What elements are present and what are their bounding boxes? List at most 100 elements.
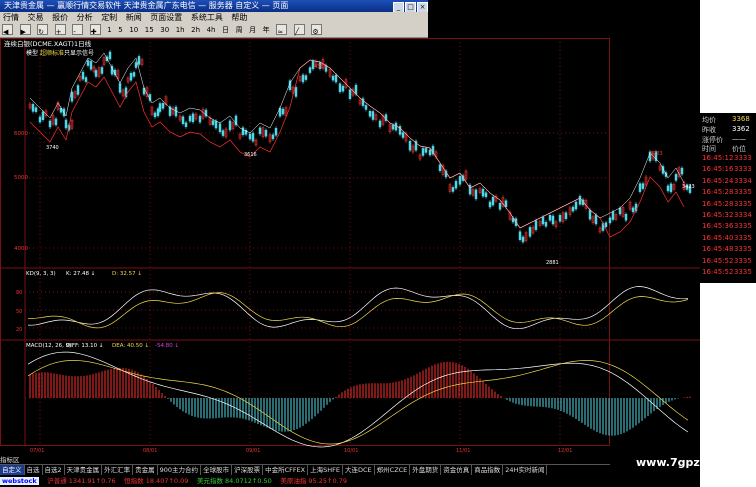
price-chart[interactable]: 连续白银(DCME.XAGT)1日线 模型 超顺标准 只显示信号 6000 50… (0, 38, 700, 455)
candle-body (481, 188, 485, 197)
period-5[interactable]: 5 (118, 23, 122, 37)
tab-forex[interactable]: 外汇汇率 (102, 465, 134, 475)
tab-24h-news[interactable]: 24H实时新闻 (503, 465, 548, 475)
tick-time: 16:45:24 (702, 176, 734, 185)
candle-body (100, 67, 104, 74)
menu-quotes[interactable]: 行情 (3, 13, 19, 22)
tab-shanghai-shenzhen[interactable]: 沪深股票 (232, 465, 264, 475)
period-month[interactable]: 月 (249, 23, 256, 37)
tab-dce[interactable]: 大连DCE (343, 465, 375, 475)
tick-price: 3335 (734, 268, 752, 276)
menu-help[interactable]: 帮助 (231, 13, 247, 22)
candle-body (401, 132, 405, 138)
macd-value-label: -54.80 ↓ (155, 342, 179, 349)
candle-body (666, 185, 670, 192)
candle-body (624, 213, 628, 221)
candle-body (458, 176, 462, 185)
menu-news[interactable]: 新闻 (126, 13, 142, 22)
menu-system-tools[interactable]: 系统工具 (191, 13, 223, 22)
kd-tick-80: 80 (16, 290, 22, 296)
candle-body (156, 108, 160, 117)
candle-body (31, 104, 35, 112)
tab-main-contracts[interactable]: 900主力合约 (158, 465, 202, 475)
menu-analysis[interactable]: 分析 (77, 13, 93, 22)
refresh-icon[interactable]: ↻ (37, 24, 49, 36)
menu-trade[interactable]: 交易 (28, 13, 44, 22)
prev-close-row: 昨收 3362 (702, 125, 750, 134)
maximize-button[interactable]: □ (405, 2, 416, 12)
tick-price: 3335 (734, 245, 752, 254)
tick-row: 16:45:12 3333 (702, 154, 752, 162)
menu-price[interactable]: 报价 (52, 13, 68, 22)
minimize-button[interactable]: _ (393, 2, 404, 12)
tab-global-stocks[interactable]: 全球股市 (201, 465, 233, 475)
low-label-2: 3616 (244, 152, 257, 158)
tab-tianjin-metals[interactable]: 天津贵金属 (65, 465, 103, 475)
zoom-out-icon[interactable]: - (72, 24, 84, 36)
period-10[interactable]: 10 (129, 23, 138, 37)
candle-body (251, 132, 255, 142)
tab-simulation[interactable]: 资金仿真 (441, 465, 473, 475)
tab-commodity-index[interactable]: 商品指数 (472, 465, 504, 475)
candle-body (137, 56, 141, 65)
period-15[interactable]: 15 (145, 23, 154, 37)
back-icon[interactable]: ◀ (2, 24, 13, 36)
tick-price: 3333 (734, 165, 752, 174)
period-day[interactable]: 日 (222, 23, 229, 37)
avg-price-row: 均价 3368 (702, 115, 750, 124)
period-1[interactable]: 1 (107, 23, 111, 37)
tab-precious-metals[interactable]: 贵金属 (133, 465, 158, 475)
settings-icon[interactable]: ⚙ (311, 24, 323, 36)
window-controls: _ □ × (392, 1, 428, 12)
tab-cffex[interactable]: 中金所CFFEX (263, 465, 309, 475)
tick-price: 3335 (734, 222, 752, 231)
tick-time: 16:45:36 (702, 222, 734, 231)
zoom-in-icon[interactable]: + (54, 24, 66, 36)
candle-body (110, 65, 114, 75)
period-4h[interactable]: 4h (207, 23, 216, 37)
candle-body (488, 201, 492, 208)
candle-body (354, 84, 358, 95)
tab-watchlist-2[interactable]: 自选2 (43, 465, 65, 475)
x-label-1201: 12/01 (558, 448, 572, 454)
period-30[interactable]: 30 (160, 23, 169, 37)
draw-line-icon[interactable]: ╱ (293, 24, 305, 36)
brand-logo: webstock (0, 477, 39, 485)
crosshair-icon[interactable]: ✚ (89, 24, 101, 36)
tab-foreign-futures[interactable]: 外盘期货 (410, 465, 442, 475)
candle-body (158, 103, 162, 112)
candle-body (578, 196, 582, 205)
tab-czce[interactable]: 郑州CZCE (375, 465, 411, 475)
tick-time: 16:45:12 (702, 154, 734, 162)
candle-body (424, 148, 428, 153)
tick-price: 3335 (734, 233, 752, 242)
tick-time: 16:45:48 (702, 245, 734, 254)
tick-row: 16:45:40 3335 (702, 234, 752, 242)
period-2h[interactable]: 2h (191, 23, 200, 37)
tick-row: 16:45:48 3335 (702, 245, 752, 254)
menu-custom[interactable]: 定制 (101, 13, 117, 22)
indicator-icon[interactable]: ≈ (276, 24, 288, 36)
tab-custom[interactable]: 自定义 (0, 465, 25, 475)
tab-watchlist[interactable]: 自选 (25, 465, 43, 475)
forward-icon[interactable]: ▶ (19, 24, 31, 36)
period-year[interactable]: 年 (263, 23, 270, 37)
x-label-0901: 09/01 (246, 448, 260, 454)
kd-title: KD(9, 3, 3) (26, 271, 56, 277)
period-week[interactable]: 周 (236, 23, 243, 37)
tick-row: 16:45:16 3333 (702, 165, 752, 173)
menu-page-settings[interactable]: 页面设置 (150, 13, 182, 22)
candle-body (594, 214, 598, 225)
close-button[interactable]: × (417, 2, 428, 12)
status-item-4: 美原油指 95.25↑0.79 (280, 477, 347, 485)
candle-body (134, 62, 138, 68)
tick-price: 3334 (734, 176, 752, 185)
tab-shfe[interactable]: 上海SHFE (308, 465, 343, 475)
candle-body (132, 72, 136, 77)
candle-body (348, 89, 352, 100)
indicator-area-label[interactable]: 指标区 (0, 454, 20, 464)
status-bar: webstock 沪普通 1341.91↑0.76 恒指数 18.407↑0.0… (0, 475, 610, 487)
period-1h[interactable]: 1h (176, 23, 185, 37)
menu-bar: 行情 交易 报价 分析 定制 新闻 页面设置 系统工具 帮助 (0, 12, 428, 23)
candle-body (38, 116, 42, 123)
